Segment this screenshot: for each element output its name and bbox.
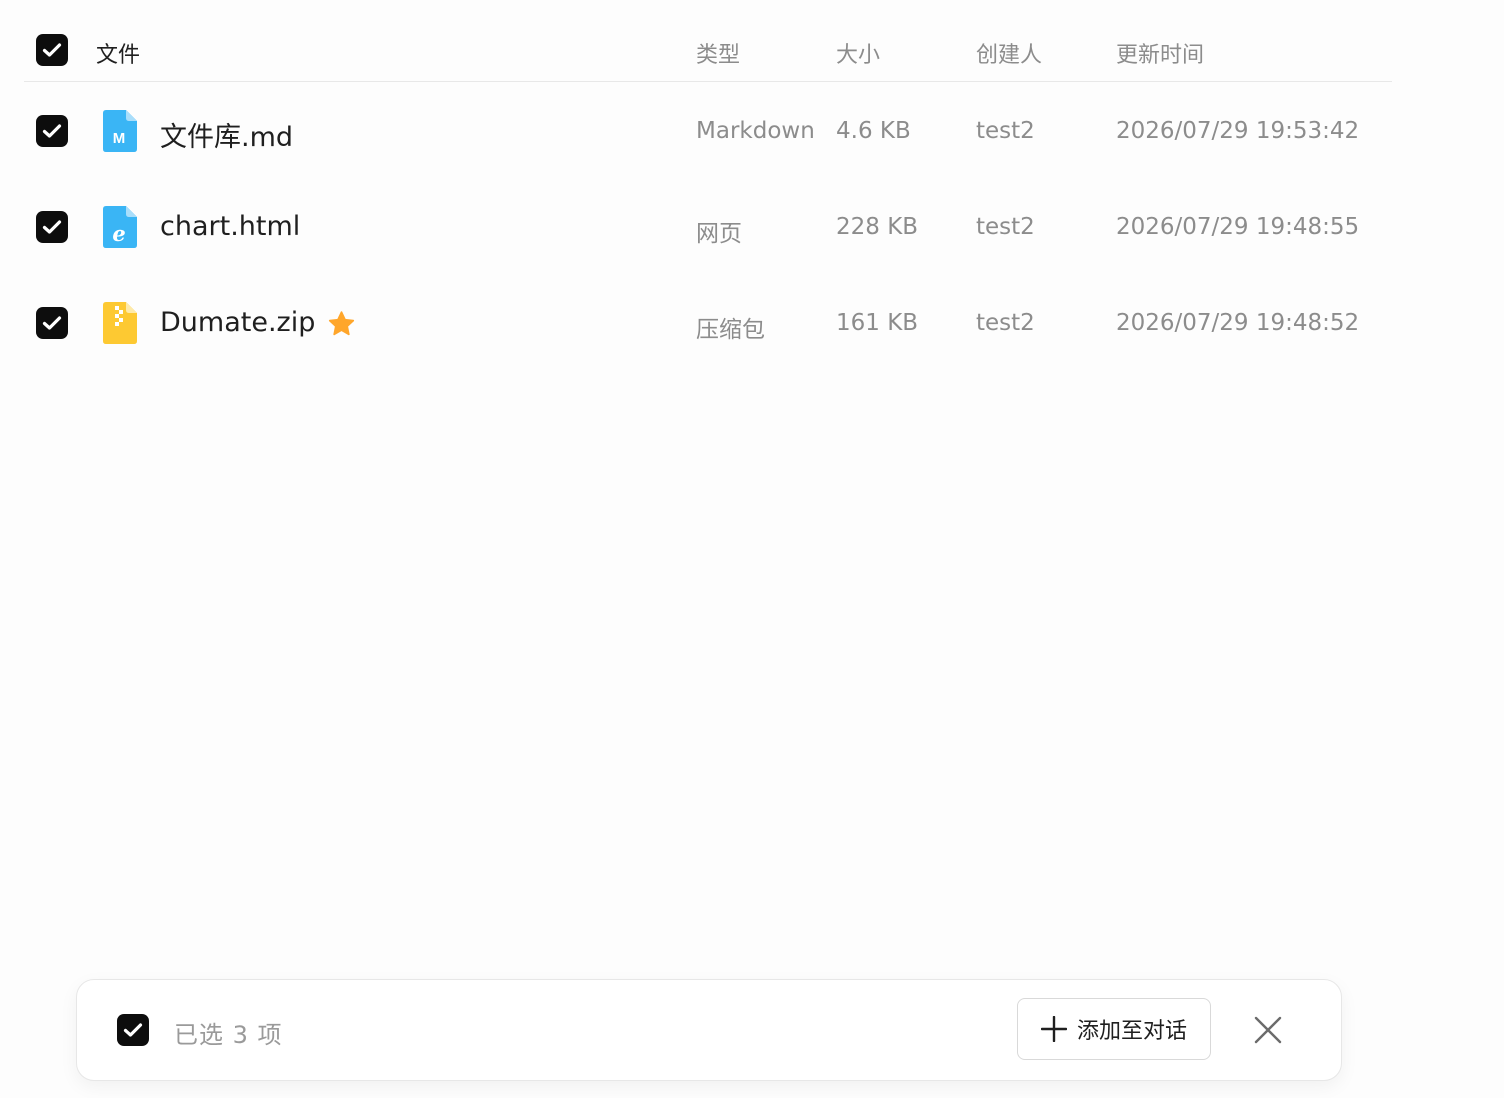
html-file-icon: e bbox=[103, 206, 137, 248]
close-icon[interactable] bbox=[1253, 1015, 1283, 1045]
checkmark-icon bbox=[42, 124, 62, 138]
table-row[interactable]: M 文件库.md Markdown 4.6 KB test2 2026/07/2… bbox=[24, 82, 1392, 178]
checkmark-icon bbox=[42, 43, 62, 57]
zip-file-icon bbox=[103, 302, 137, 344]
row-checkbox[interactable] bbox=[36, 115, 68, 147]
header-file[interactable]: 文件 bbox=[96, 37, 140, 69]
header-type[interactable]: 类型 bbox=[696, 37, 740, 69]
file-table: 文件 类型 大小 创建人 更新时间 M 文件库.md Markdown 4.6 … bbox=[24, 0, 1392, 370]
select-all-checkbox[interactable] bbox=[36, 34, 68, 66]
header-updated[interactable]: 更新时间 bbox=[1116, 37, 1204, 69]
file-updated: 2026/07/29 19:48:52 bbox=[1116, 310, 1360, 336]
star-icon[interactable] bbox=[327, 310, 356, 338]
header-size[interactable]: 大小 bbox=[836, 37, 880, 69]
selection-bar: 已选 3 项 添加至对话 bbox=[76, 979, 1342, 1081]
row-checkbox[interactable] bbox=[36, 211, 68, 243]
selected-count: 已选 3 项 bbox=[174, 1021, 283, 1049]
row-checkbox[interactable] bbox=[36, 307, 68, 339]
file-creator: test2 bbox=[976, 310, 1035, 336]
checkmark-icon bbox=[123, 1023, 143, 1037]
file-name[interactable]: chart.html bbox=[160, 211, 300, 242]
selection-bar-checkbox[interactable] bbox=[117, 1014, 149, 1046]
svg-text:M: M bbox=[113, 130, 126, 147]
file-creator: test2 bbox=[976, 214, 1035, 240]
checkmark-icon bbox=[42, 220, 62, 234]
table-row[interactable]: e chart.html 网页 228 KB test2 2026/07/29 … bbox=[24, 178, 1392, 274]
file-name[interactable]: Dumate.zip bbox=[160, 307, 315, 338]
markdown-file-icon: M bbox=[103, 110, 137, 152]
file-size: 4.6 KB bbox=[836, 118, 911, 144]
file-type: 压缩包 bbox=[696, 317, 765, 343]
file-creator: test2 bbox=[976, 118, 1035, 144]
table-header: 文件 类型 大小 创建人 更新时间 bbox=[24, 0, 1392, 82]
svg-text:e: e bbox=[112, 221, 125, 246]
file-updated: 2026/07/29 19:53:42 bbox=[1116, 118, 1360, 144]
header-creator[interactable]: 创建人 bbox=[976, 37, 1042, 69]
add-to-chat-label: 添加至对话 bbox=[1076, 1019, 1187, 1044]
file-type: Markdown bbox=[696, 118, 815, 144]
file-size: 161 KB bbox=[836, 310, 919, 336]
add-to-chat-button[interactable]: 添加至对话 bbox=[1017, 998, 1211, 1060]
file-name[interactable]: 文件库.md bbox=[160, 115, 293, 154]
table-row[interactable]: Dumate.zip 压缩包 161 KB test2 2026/07/29 1… bbox=[24, 274, 1392, 370]
plus-icon bbox=[1040, 1016, 1067, 1042]
file-size: 228 KB bbox=[836, 214, 919, 240]
file-type: 网页 bbox=[696, 221, 742, 247]
file-updated: 2026/07/29 19:48:55 bbox=[1116, 214, 1360, 240]
checkmark-icon bbox=[42, 316, 62, 330]
